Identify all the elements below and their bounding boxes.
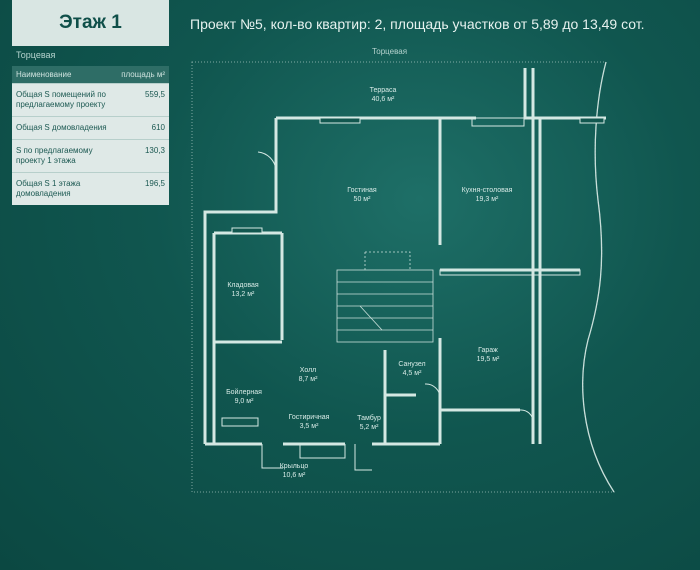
floor-plan: Торцевая Терраса 40,6 м² Гостиная 50 м² …	[0, 0, 700, 570]
room-vestibule-name: Тамбур	[357, 415, 381, 422]
room-storage-name: Кладовая	[227, 282, 259, 289]
room-living-name: Гостиная	[347, 187, 377, 194]
room-guest-name: Гостиричная	[288, 414, 330, 421]
room-storage-area: 13,2 м²	[231, 291, 255, 298]
room-garage-name: Гараж	[478, 347, 498, 354]
room-living-area: 50 м²	[353, 196, 371, 203]
room-terrace: Терраса 40,6 м²	[370, 86, 397, 104]
windows	[221, 117, 605, 427]
staircase	[336, 251, 434, 343]
room-hall-area: 8,7 м²	[298, 376, 318, 383]
room-boiler-area: 9,0 м²	[234, 398, 254, 405]
room-bathroom-name: Санузел	[398, 361, 426, 368]
room-vestibule-area: 5,2 м²	[359, 424, 379, 431]
room-vestibule: Тамбур 5,2 м²	[357, 414, 381, 432]
room-terrace-name: Терраса	[369, 87, 397, 94]
room-guest-area: 3,5 м²	[299, 423, 319, 430]
walls	[203, 68, 606, 446]
room-kitchen: Кухня-столовая 19,3 м²	[462, 186, 513, 204]
top-side-label: Торцевая	[372, 47, 408, 56]
room-hall: Холл 8,7 м²	[299, 366, 318, 384]
room-porch: Крыльцо 10,6 м²	[280, 462, 309, 480]
site-outline	[191, 61, 615, 493]
room-hall-name: Холл	[299, 367, 317, 374]
room-garage-area: 19,5 м²	[476, 356, 500, 363]
room-boiler-name: Бойлерная	[226, 389, 262, 396]
floor-plan-drawing	[191, 61, 615, 493]
room-porch-name: Крыльцо	[279, 463, 309, 470]
room-kitchen-name: Кухня-столовая	[461, 187, 513, 194]
room-garage: Гараж 19,5 м²	[477, 346, 500, 364]
room-boiler: Бойлерная 9,0 м²	[226, 388, 262, 406]
room-storage: Кладовая 13,2 м²	[227, 281, 258, 299]
room-bathroom-area: 4,5 м²	[402, 370, 422, 377]
room-bathroom: Санузел 4,5 м²	[398, 360, 425, 378]
room-porch-area: 10,6 м²	[282, 472, 306, 479]
room-living: Гостиная 50 м²	[347, 186, 376, 204]
room-guest: Гостиричная 3,5 м²	[289, 413, 330, 431]
room-kitchen-area: 19,3 м²	[475, 196, 499, 203]
room-terrace-area: 40,6 м²	[371, 96, 395, 103]
